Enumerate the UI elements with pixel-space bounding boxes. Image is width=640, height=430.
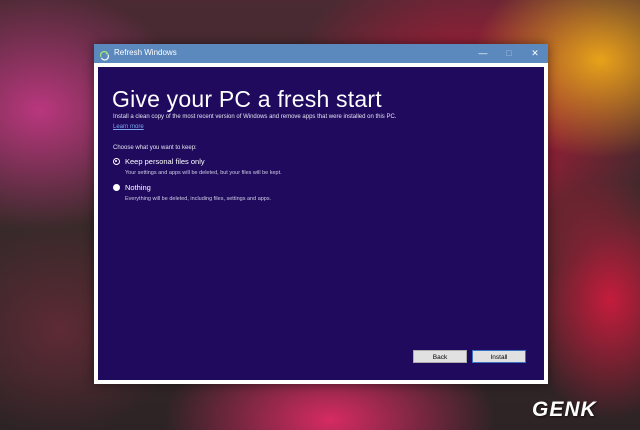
genk-watermark-logo: GENK	[532, 398, 597, 421]
description-text: Install a clean copy of the most recent …	[113, 114, 397, 120]
refresh-windows-dialog: Refresh Windows — □ ✕ Give your PC a fre…	[94, 44, 548, 384]
maximize-button[interactable]: □	[496, 44, 522, 63]
refresh-app-icon	[99, 48, 110, 61]
close-button[interactable]: ✕	[522, 44, 548, 63]
nothing-radio[interactable]	[113, 184, 120, 191]
learn-more-link[interactable]: Learn more	[113, 124, 144, 130]
option-description: Everything will be deleted, including fi…	[125, 196, 272, 202]
dialog-content: Give your PC a fresh start Install a cle…	[98, 67, 544, 380]
minimize-button[interactable]: —	[470, 44, 496, 63]
install-button[interactable]: Install	[472, 350, 526, 363]
keep-files-radio[interactable]	[113, 158, 120, 165]
title-bar[interactable]: Refresh Windows — □ ✕	[94, 44, 548, 63]
choose-prompt: Choose what you want to keep:	[113, 145, 197, 151]
option-description: Your settings and apps will be deleted, …	[125, 170, 282, 176]
option-label[interactable]: Keep personal files only	[125, 157, 205, 166]
option-label[interactable]: Nothing	[125, 183, 151, 192]
page-title: Give your PC a fresh start	[112, 86, 382, 112]
back-button[interactable]: Back	[413, 350, 467, 363]
window-title: Refresh Windows	[114, 48, 177, 57]
